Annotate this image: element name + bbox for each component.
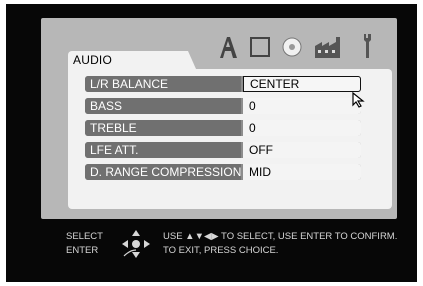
navigation-arrows-icon — [122, 230, 150, 258]
setting-label: TREBLE — [85, 120, 241, 136]
setting-row-treble[interactable]: TREBLE 0 — [85, 120, 361, 136]
pointer-cursor-icon — [352, 92, 365, 108]
setting-row-lr-balance[interactable]: L/R BALANCE CENTER — [85, 76, 361, 92]
setting-label: BASS — [85, 98, 241, 114]
help-footer: SELECT ENTER USE ▲▼◀▶ TO SELECT, USE ENT… — [6, 224, 417, 264]
osd-screen: AUDIO L/R BALANCE CENTER BASS 0 TREBLE 0… — [6, 4, 417, 282]
footer-key-labels: SELECT ENTER — [66, 230, 103, 258]
footer-instructions: USE ▲▼◀▶ TO SELECT, USE ENTER TO CONFIRM… — [163, 230, 397, 258]
window-icon[interactable] — [249, 36, 271, 58]
tab-icons — [41, 18, 397, 68]
setting-row-d-range-compression[interactable]: D. RANGE COMPRESSION MID — [85, 164, 361, 180]
setting-value[interactable]: CENTER — [243, 76, 361, 92]
wrench-icon[interactable] — [359, 32, 375, 60]
instruction-line-1: USE ▲▼◀▶ TO SELECT, USE ENTER TO CONFIRM… — [163, 231, 398, 242]
disc-icon[interactable] — [281, 36, 303, 58]
setting-value[interactable]: 0 — [243, 120, 361, 136]
instruction-line-2: TO EXIT, PRESS CHOICE. — [163, 245, 279, 256]
factory-icon[interactable] — [313, 34, 345, 60]
setting-value[interactable]: 0 — [243, 98, 361, 114]
setting-label: LFE ATT. — [85, 142, 241, 158]
setting-value[interactable]: MID — [243, 164, 361, 180]
select-label: SELECT — [66, 231, 103, 242]
setting-value[interactable]: OFF — [243, 142, 361, 158]
setting-row-lfe-att[interactable]: LFE ATT. OFF — [85, 142, 361, 158]
setting-label: D. RANGE COMPRESSION — [85, 164, 241, 180]
audio-letter-icon[interactable] — [217, 34, 239, 60]
setting-label: L/R BALANCE — [85, 76, 241, 92]
settings-panel: AUDIO L/R BALANCE CENTER BASS 0 TREBLE 0… — [41, 18, 397, 219]
setting-row-bass[interactable]: BASS 0 — [85, 98, 361, 114]
enter-label: ENTER — [66, 245, 99, 256]
